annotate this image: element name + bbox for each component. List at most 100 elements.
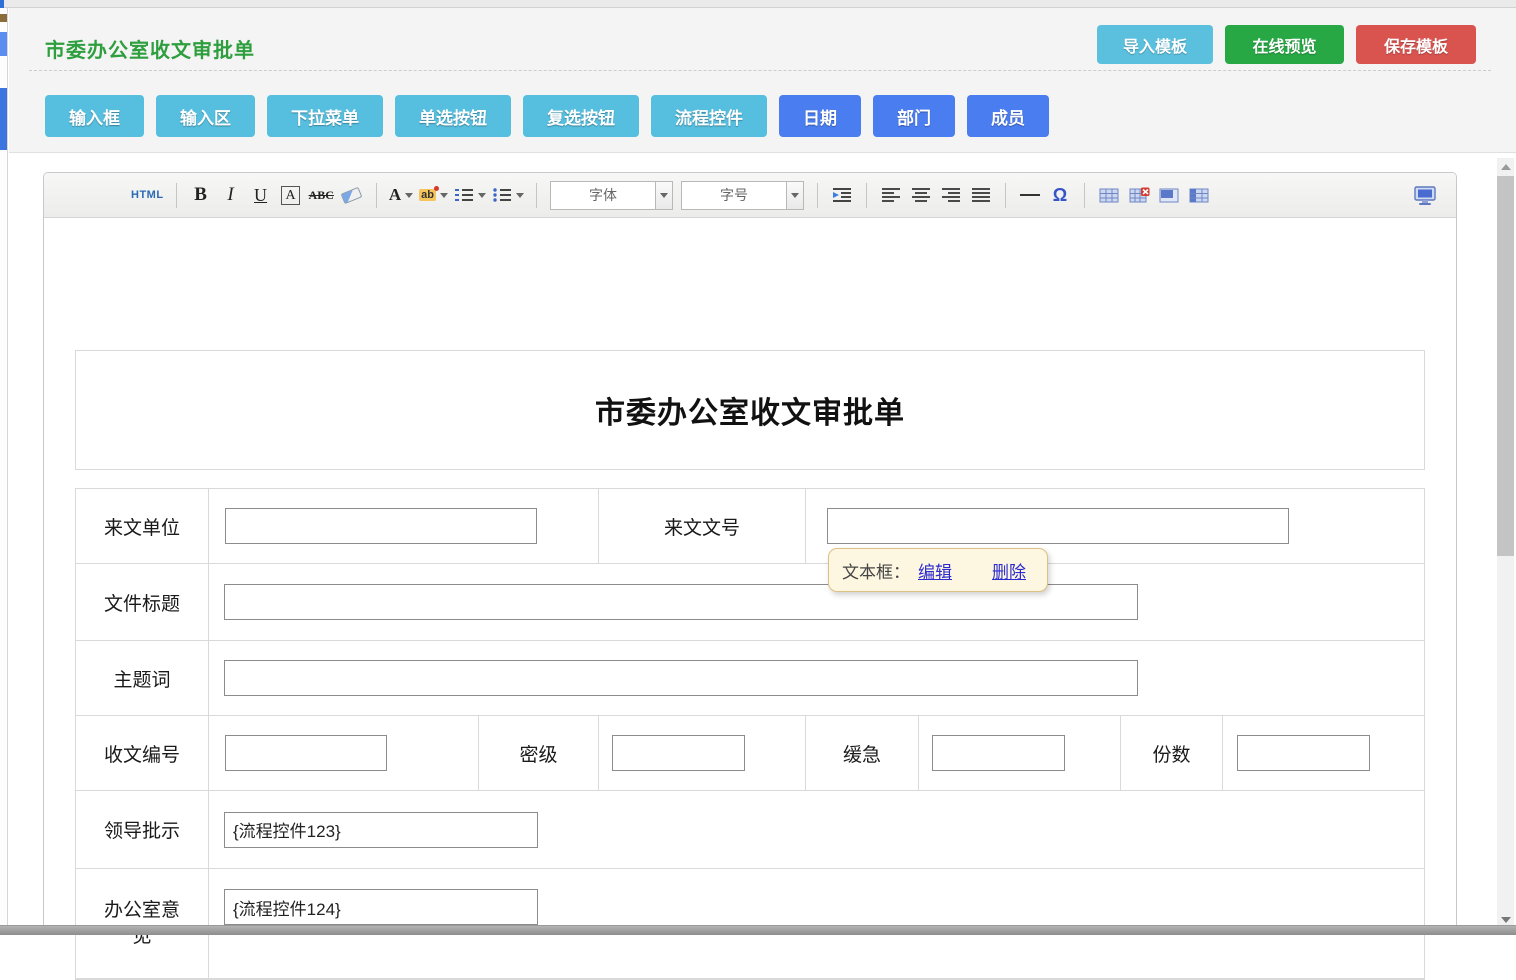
zhutici-input[interactable] bbox=[224, 660, 1138, 696]
field-label-fenshu: 份数 bbox=[1152, 740, 1190, 767]
table-icon bbox=[1099, 188, 1119, 203]
ordered-list-button[interactable] bbox=[454, 181, 486, 209]
add-date-button[interactable]: 日期 bbox=[779, 95, 861, 137]
field-label-laiwen-danwei: 来文单位 bbox=[104, 513, 180, 540]
table-cell-properties-button[interactable] bbox=[1157, 181, 1181, 209]
field-label-bangongshi-yijian: 办公室意见 bbox=[100, 898, 184, 950]
label-cell: 办公室意见 bbox=[76, 869, 209, 978]
form-title: 市委办公室收文审批单 bbox=[595, 388, 905, 432]
input-cell bbox=[209, 641, 1424, 715]
bangongshi-yijian-input[interactable] bbox=[224, 889, 538, 925]
editor-toolbar: HTML B I U A ABC A ab bbox=[44, 173, 1456, 218]
ordered-list-icon bbox=[454, 187, 474, 203]
add-dropdown-button[interactable]: 下拉菜单 bbox=[267, 95, 383, 137]
add-department-button[interactable]: 部门 bbox=[873, 95, 955, 137]
dashed-divider bbox=[29, 70, 1491, 71]
chevron-down-icon bbox=[516, 193, 524, 198]
background-page-edge bbox=[0, 8, 8, 925]
input-cell bbox=[209, 489, 599, 563]
table-row: 领导批示 bbox=[76, 791, 1424, 869]
italic-button[interactable]: I bbox=[219, 181, 243, 209]
add-flow-control-button[interactable]: 流程控件 bbox=[651, 95, 767, 137]
fullscreen-button[interactable] bbox=[1413, 182, 1437, 210]
align-left-button[interactable] bbox=[879, 181, 903, 209]
toolbar-separator bbox=[376, 183, 377, 208]
header-panel: 市委办公室收文审批单 导入模板 在线预览 保存模板 输入框 输入区 下拉菜单 单… bbox=[9, 8, 1516, 153]
font-family-dropdown-arrow[interactable] bbox=[655, 182, 672, 209]
shouwen-bianhao-input[interactable] bbox=[225, 735, 387, 771]
align-justify-icon bbox=[971, 187, 991, 203]
add-input-box-button[interactable]: 输入框 bbox=[45, 95, 144, 137]
laiwen-wenhao-input[interactable] bbox=[827, 508, 1289, 544]
horizontal-rule-button[interactable] bbox=[1018, 181, 1042, 209]
field-label-huanji: 缓急 bbox=[843, 740, 881, 767]
background-edge-fragment bbox=[0, 14, 7, 22]
underline-button[interactable]: U bbox=[249, 181, 273, 209]
label-cell: 来文文号 bbox=[599, 489, 806, 563]
source-code-button[interactable]: HTML bbox=[131, 181, 164, 209]
window-bottom-edge bbox=[0, 925, 1516, 935]
font-color-button[interactable]: A bbox=[389, 181, 413, 209]
table-row: 文件标题 bbox=[76, 564, 1424, 641]
toolbar-separator bbox=[817, 183, 818, 208]
online-preview-button[interactable]: 在线预览 bbox=[1225, 25, 1344, 64]
scroll-up-button[interactable] bbox=[1497, 158, 1514, 175]
remove-format-button[interactable] bbox=[340, 181, 364, 209]
align-justify-button[interactable] bbox=[969, 181, 993, 209]
tooltip-delete-link[interactable]: 删除 bbox=[992, 558, 1026, 583]
chevron-down-icon bbox=[440, 193, 448, 198]
tooltip-edit-link[interactable]: 编辑 bbox=[918, 558, 952, 583]
add-checkbox-button[interactable]: 复选按钮 bbox=[523, 95, 639, 137]
field-label-zhutici: 主题词 bbox=[113, 665, 170, 692]
label-cell: 密级 bbox=[479, 716, 599, 790]
miji-input[interactable] bbox=[612, 735, 745, 771]
insert-table-button[interactable] bbox=[1097, 181, 1121, 209]
huanji-input[interactable] bbox=[932, 735, 1065, 771]
indent-button[interactable] bbox=[830, 181, 854, 209]
label-cell: 主题词 bbox=[76, 641, 209, 715]
scrollbar-thumb[interactable] bbox=[1497, 176, 1514, 556]
window-top-edge-accent bbox=[0, 0, 4, 8]
lingdao-pishi-input[interactable] bbox=[224, 812, 538, 848]
label-cell: 份数 bbox=[1121, 716, 1223, 790]
chevron-down-icon bbox=[405, 193, 413, 198]
font-name-button[interactable]: A bbox=[279, 181, 303, 209]
font-family-select[interactable]: 字体 bbox=[550, 181, 673, 210]
label-cell: 缓急 bbox=[806, 716, 919, 790]
label-cell: 收文编号 bbox=[76, 716, 209, 790]
toolbar-separator bbox=[536, 183, 537, 208]
field-label-lingdao-pishi: 领导批示 bbox=[104, 816, 180, 843]
font-size-value: 字号 bbox=[682, 182, 786, 209]
font-size-dropdown-arrow[interactable] bbox=[786, 182, 803, 209]
table-properties-button[interactable] bbox=[1187, 181, 1211, 209]
add-radio-button[interactable]: 单选按钮 bbox=[395, 95, 511, 137]
eraser-icon bbox=[341, 186, 363, 203]
background-edge-fragment bbox=[0, 32, 7, 56]
field-label-shouwen-bianhao: 收文编号 bbox=[104, 740, 180, 767]
chevron-down-icon bbox=[478, 193, 486, 198]
highlight-color-button[interactable]: ab bbox=[419, 181, 448, 209]
strikethrough-button[interactable]: ABC bbox=[309, 181, 334, 209]
unordered-list-button[interactable] bbox=[492, 181, 524, 209]
input-cell bbox=[209, 716, 479, 790]
save-template-button[interactable]: 保存模板 bbox=[1356, 25, 1476, 64]
delete-table-button[interactable] bbox=[1127, 181, 1151, 209]
table-row: 主题词 bbox=[76, 641, 1424, 716]
font-size-select[interactable]: 字号 bbox=[681, 181, 804, 210]
add-textarea-button[interactable]: 输入区 bbox=[156, 95, 255, 137]
align-right-button[interactable] bbox=[939, 181, 963, 209]
align-center-button[interactable] bbox=[909, 181, 933, 209]
delete-table-icon bbox=[1129, 187, 1150, 203]
label-cell: 来文单位 bbox=[76, 489, 209, 563]
import-template-button[interactable]: 导入模板 bbox=[1097, 25, 1213, 64]
bold-button[interactable]: B bbox=[189, 181, 213, 209]
vertical-scrollbar[interactable] bbox=[1497, 158, 1514, 928]
special-char-button[interactable]: Ω bbox=[1048, 181, 1072, 209]
fullscreen-monitor-icon bbox=[1413, 186, 1437, 206]
add-member-button[interactable]: 成员 bbox=[967, 95, 1049, 137]
laiwen-danwei-input[interactable] bbox=[225, 508, 537, 544]
fenshu-input[interactable] bbox=[1237, 735, 1370, 771]
font-family-value: 字体 bbox=[551, 182, 655, 209]
page-title: 市委办公室收文审批单 bbox=[45, 34, 255, 63]
arrow-up-icon bbox=[1501, 164, 1511, 170]
